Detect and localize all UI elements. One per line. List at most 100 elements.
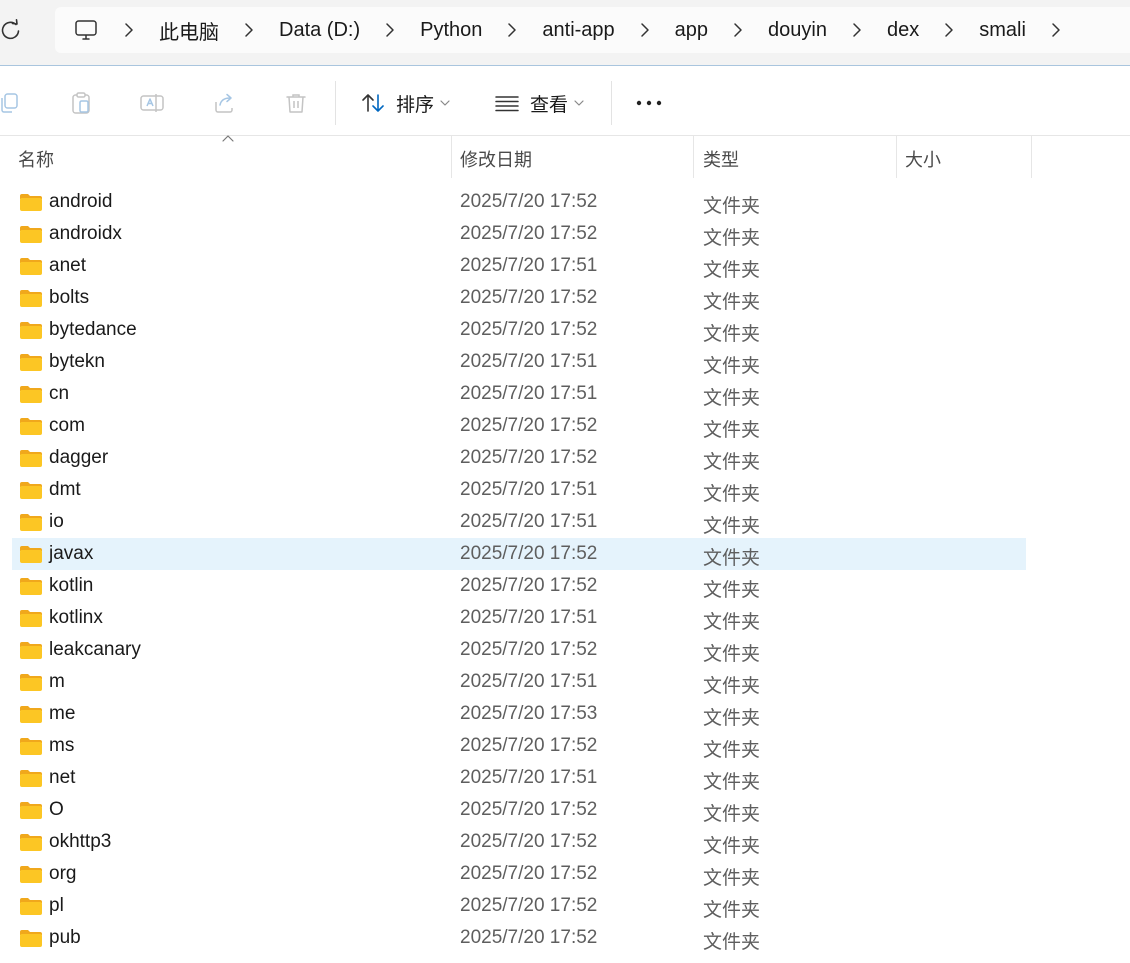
sort-label: 排序: [396, 94, 435, 116]
file-row[interactable]: O 2025/7/20 17:52 文件夹: [12, 794, 1026, 826]
file-row[interactable]: androidx 2025/7/20 17:52 文件夹: [12, 218, 1026, 250]
file-name: pl: [49, 895, 64, 916]
delete-button[interactable]: [282, 89, 310, 117]
file-name: androidx: [49, 223, 122, 244]
file-name: io: [49, 511, 64, 532]
rename-button[interactable]: [138, 89, 166, 117]
column-header-name[interactable]: 名称: [18, 146, 54, 172]
column-header-row: 名称 修改日期 类型 大小: [0, 135, 1130, 178]
column-header-date[interactable]: 修改日期: [460, 146, 532, 172]
file-modified-date: 2025/7/20 17:52: [460, 415, 598, 436]
column-divider[interactable]: [693, 136, 694, 178]
file-name: anet: [49, 255, 86, 276]
more-options-button[interactable]: [635, 89, 663, 117]
folder-icon: [19, 193, 43, 212]
chevron-right-icon[interactable]: [99, 22, 159, 38]
share-button[interactable]: [211, 89, 239, 117]
chevron-right-icon[interactable]: [708, 22, 768, 38]
file-name: m: [49, 671, 65, 692]
chevron-right-icon[interactable]: [482, 22, 542, 38]
breadcrumb-item[interactable]: 此电脑: [159, 16, 219, 45]
breadcrumb-item[interactable]: smali: [979, 19, 1026, 42]
chevron-right-icon[interactable]: [615, 22, 675, 38]
paste-icon: [72, 92, 90, 114]
breadcrumb-item[interactable]: douyin: [768, 19, 827, 42]
sort-icon: [362, 94, 384, 112]
column-divider[interactable]: [1031, 136, 1032, 178]
file-row[interactable]: bytedance 2025/7/20 17:52 文件夹: [12, 314, 1026, 346]
refresh-button[interactable]: [0, 17, 22, 43]
file-name: com: [49, 415, 85, 436]
file-row[interactable]: com 2025/7/20 17:52 文件夹: [12, 410, 1026, 442]
column-divider[interactable]: [451, 136, 452, 178]
file-modified-date: 2025/7/20 17:52: [460, 287, 598, 308]
file-row[interactable]: pub 2025/7/20 17:52 文件夹: [12, 922, 1026, 954]
column-divider[interactable]: [896, 136, 897, 178]
file-row[interactable]: bolts 2025/7/20 17:52 文件夹: [12, 282, 1026, 314]
file-row[interactable]: org 2025/7/20 17:52 文件夹: [12, 858, 1026, 890]
file-row[interactable]: me 2025/7/20 17:53 文件夹: [12, 698, 1026, 730]
breadcrumb-item[interactable]: Python: [420, 19, 482, 42]
folder-icon: [19, 257, 43, 276]
file-modified-date: 2025/7/20 17:52: [460, 447, 598, 468]
file-row[interactable]: android 2025/7/20 17:52 文件夹: [12, 186, 1026, 218]
address-bar-area: 此电脑 Data (D:) Python anti-app app douyin dex sm…: [0, 0, 1130, 66]
delete-icon: [286, 94, 306, 113]
chevron-right-icon[interactable]: [360, 22, 420, 38]
view-menu-button[interactable]: 查看: [494, 87, 584, 119]
breadcrumb-item[interactable]: Data (D:): [279, 19, 360, 42]
chevron-down-icon: [440, 100, 450, 106]
breadcrumb-item[interactable]: anti-app: [542, 19, 614, 42]
file-row[interactable]: dagger 2025/7/20 17:52 文件夹: [12, 442, 1026, 474]
file-modified-date: 2025/7/20 17:51: [460, 383, 598, 404]
breadcrumb-item[interactable]: dex: [887, 19, 919, 42]
folder-icon: [19, 897, 43, 916]
folder-icon: [19, 353, 43, 372]
file-type: 文件夹: [703, 612, 761, 633]
copy-button[interactable]: [0, 89, 24, 117]
file-type: 文件夹: [703, 900, 761, 921]
file-modified-date: 2025/7/20 17:52: [460, 735, 598, 756]
file-name: cn: [49, 383, 70, 404]
file-row[interactable]: javax 2025/7/20 17:52 文件夹: [12, 538, 1026, 570]
computer-icon[interactable]: [73, 17, 99, 43]
file-row[interactable]: okhttp3 2025/7/20 17:52 文件夹: [12, 826, 1026, 858]
file-row[interactable]: kotlinx 2025/7/20 17:51 文件夹: [12, 602, 1026, 634]
address-divider: [0, 65, 1130, 66]
folder-icon: [19, 929, 43, 948]
file-modified-date: 2025/7/20 17:52: [460, 799, 598, 820]
sort-menu-button[interactable]: 排序: [360, 87, 450, 119]
file-row[interactable]: anet 2025/7/20 17:51 文件夹: [12, 250, 1026, 282]
folder-icon: [19, 641, 43, 660]
view-label: 查看: [530, 94, 569, 116]
folder-icon: [19, 609, 43, 628]
chevron-right-icon[interactable]: [919, 22, 979, 38]
toolbar-separator: [335, 81, 336, 125]
file-row[interactable]: dmt 2025/7/20 17:51 文件夹: [12, 474, 1026, 506]
file-row[interactable]: bytekn 2025/7/20 17:51 文件夹: [12, 346, 1026, 378]
file-name: ms: [49, 735, 75, 756]
chevron-right-icon[interactable]: [827, 22, 887, 38]
folder-icon: [19, 577, 43, 596]
file-row[interactable]: io 2025/7/20 17:51 文件夹: [12, 506, 1026, 538]
file-modified-date: 2025/7/20 17:52: [460, 223, 598, 244]
file-row[interactable]: ms 2025/7/20 17:52 文件夹: [12, 730, 1026, 762]
file-row[interactable]: cn 2025/7/20 17:51 文件夹: [12, 378, 1026, 410]
file-row[interactable]: leakcanary 2025/7/20 17:52 文件夹: [12, 634, 1026, 666]
column-header-type[interactable]: 类型: [703, 146, 739, 172]
file-row[interactable]: pl 2025/7/20 17:52 文件夹: [12, 890, 1026, 922]
file-name: O: [49, 799, 64, 820]
chevron-right-icon[interactable]: [219, 22, 279, 38]
file-row[interactable]: m 2025/7/20 17:51 文件夹: [12, 666, 1026, 698]
file-name: bytedance: [49, 319, 137, 340]
file-row[interactable]: net 2025/7/20 17:51 文件夹: [12, 762, 1026, 794]
file-row[interactable]: kotlin 2025/7/20 17:52 文件夹: [12, 570, 1026, 602]
chevron-right-icon[interactable]: [1026, 22, 1086, 38]
breadcrumb-item[interactable]: app: [675, 19, 708, 42]
folder-icon: [19, 385, 43, 404]
breadcrumb[interactable]: 此电脑 Data (D:) Python anti-app app douyin dex sm…: [55, 7, 1130, 53]
column-header-size[interactable]: 大小: [905, 146, 941, 172]
file-type: 文件夹: [703, 228, 761, 249]
paste-button[interactable]: [67, 89, 95, 117]
file-type: 文件夹: [703, 324, 761, 345]
